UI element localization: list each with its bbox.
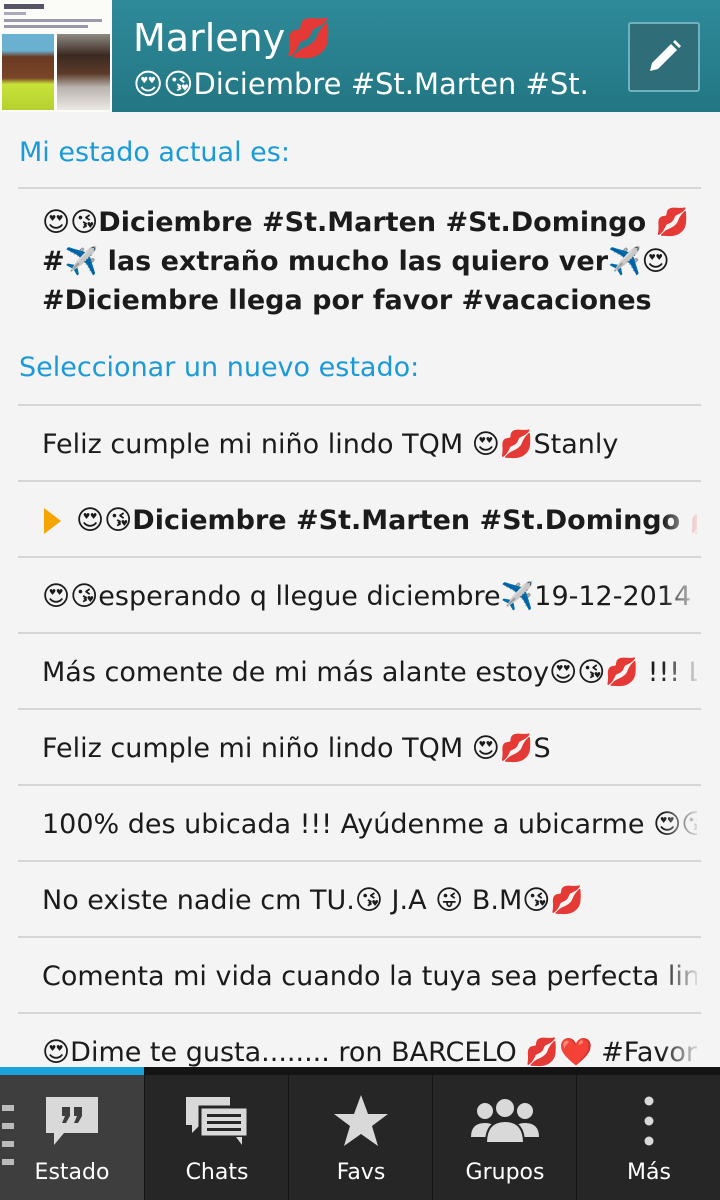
tab-mas[interactable]: Más: [576, 1075, 720, 1200]
status-list: Feliz cumple mi niño lindo TQM 😍💋Stanly 😍…: [0, 406, 720, 1090]
avatar-photo-right: [57, 34, 110, 110]
avatar-photo-left: [2, 34, 54, 110]
status-option-text: 😍Dime te gusta........ ron BARCELO 💋❤️ #…: [42, 1037, 697, 1068]
tab-label: Chats: [185, 1160, 249, 1185]
status-quote-icon: [36, 1091, 108, 1151]
bottom-tab-bar: Estado Chats Favs Grupos Más: [0, 1067, 720, 1200]
profile-status-preview: 😍😘Diciembre #St.Marten #St.Domingo 💋 #✈️: [133, 67, 591, 101]
tab-label: Estado: [34, 1160, 110, 1185]
status-option[interactable]: 100% des ubicada !!! Ayúdenme a ubicarme…: [0, 786, 720, 862]
edit-button[interactable]: [628, 22, 700, 92]
tab-chats[interactable]: Chats: [144, 1075, 288, 1200]
status-option-text: Más comente de mi más alante estoy😍😘💋 !!…: [42, 657, 697, 688]
chats-icon: [181, 1091, 253, 1151]
app-screen: Marleny💋 😍😘Diciembre #St.Marten #St.Domi…: [0, 0, 720, 1200]
active-tab-indicator: [0, 1067, 144, 1075]
status-option-text: 100% des ubicada !!! Ayúdenme a ubicarme…: [42, 809, 697, 840]
tab-label: Más: [627, 1160, 671, 1185]
tab-estado[interactable]: Estado: [0, 1075, 144, 1200]
status-option[interactable]: 😍😘esperando q llegue diciembre✈️19-12-20…: [0, 558, 720, 634]
selected-marker-icon: [44, 508, 61, 534]
new-status-label: Seleccionar un nuevo estado:: [19, 352, 420, 383]
status-option[interactable]: Comenta mi vida cuando la tuya sea perfe…: [0, 938, 720, 1014]
pencil-icon: [650, 40, 681, 71]
profile-header: Marleny💋 😍😘Diciembre #St.Marten #St.Domi…: [0, 0, 720, 112]
tab-label: Favs: [336, 1160, 386, 1185]
tab-grupos[interactable]: Grupos: [432, 1075, 576, 1200]
status-option[interactable]: 😍😘Diciembre #St.Marten #St.Domingo 💋 #✈️: [0, 482, 720, 558]
status-option[interactable]: Más comente de mi más alante estoy😍😘💋 !!…: [0, 634, 720, 710]
tab-favs[interactable]: Favs: [288, 1075, 432, 1200]
star-icon: [325, 1091, 397, 1151]
divider: [18, 187, 701, 189]
status-option[interactable]: No existe nadie cm TU.😘 J.A 😜 B.M😘💋: [0, 862, 720, 938]
current-status-text: 😍😘Diciembre #St.Marten #St.Domingo 💋 #✈️…: [42, 207, 690, 316]
status-option-text: 😍😘esperando q llegue diciembre✈️19-12-20…: [42, 581, 692, 612]
more-vertical-icon: [613, 1091, 685, 1151]
groups-icon: [469, 1091, 541, 1151]
status-option[interactable]: Feliz cumple mi niño lindo TQM 😍💋S: [0, 710, 720, 786]
status-option-text: 😍😘Diciembre #St.Marten #St.Domingo 💋 #✈️: [76, 505, 697, 536]
status-option-text: Feliz cumple mi niño lindo TQM 😍💋Stanly: [42, 429, 619, 460]
current-status-label: Mi estado actual es:: [19, 137, 290, 168]
drag-handle-icon[interactable]: [2, 1105, 16, 1165]
status-option-text: Comenta mi vida cuando la tuya sea perfe…: [42, 961, 697, 992]
status-option-text: No existe nadie cm TU.😘 J.A 😜 B.M😘💋: [42, 885, 585, 916]
profile-avatar[interactable]: [0, 0, 112, 112]
profile-name: Marleny💋: [133, 16, 333, 60]
tab-label: Grupos: [465, 1160, 545, 1185]
status-option-text: Feliz cumple mi niño lindo TQM 😍💋S: [42, 733, 551, 764]
status-option[interactable]: Feliz cumple mi niño lindo TQM 😍💋Stanly: [0, 406, 720, 482]
